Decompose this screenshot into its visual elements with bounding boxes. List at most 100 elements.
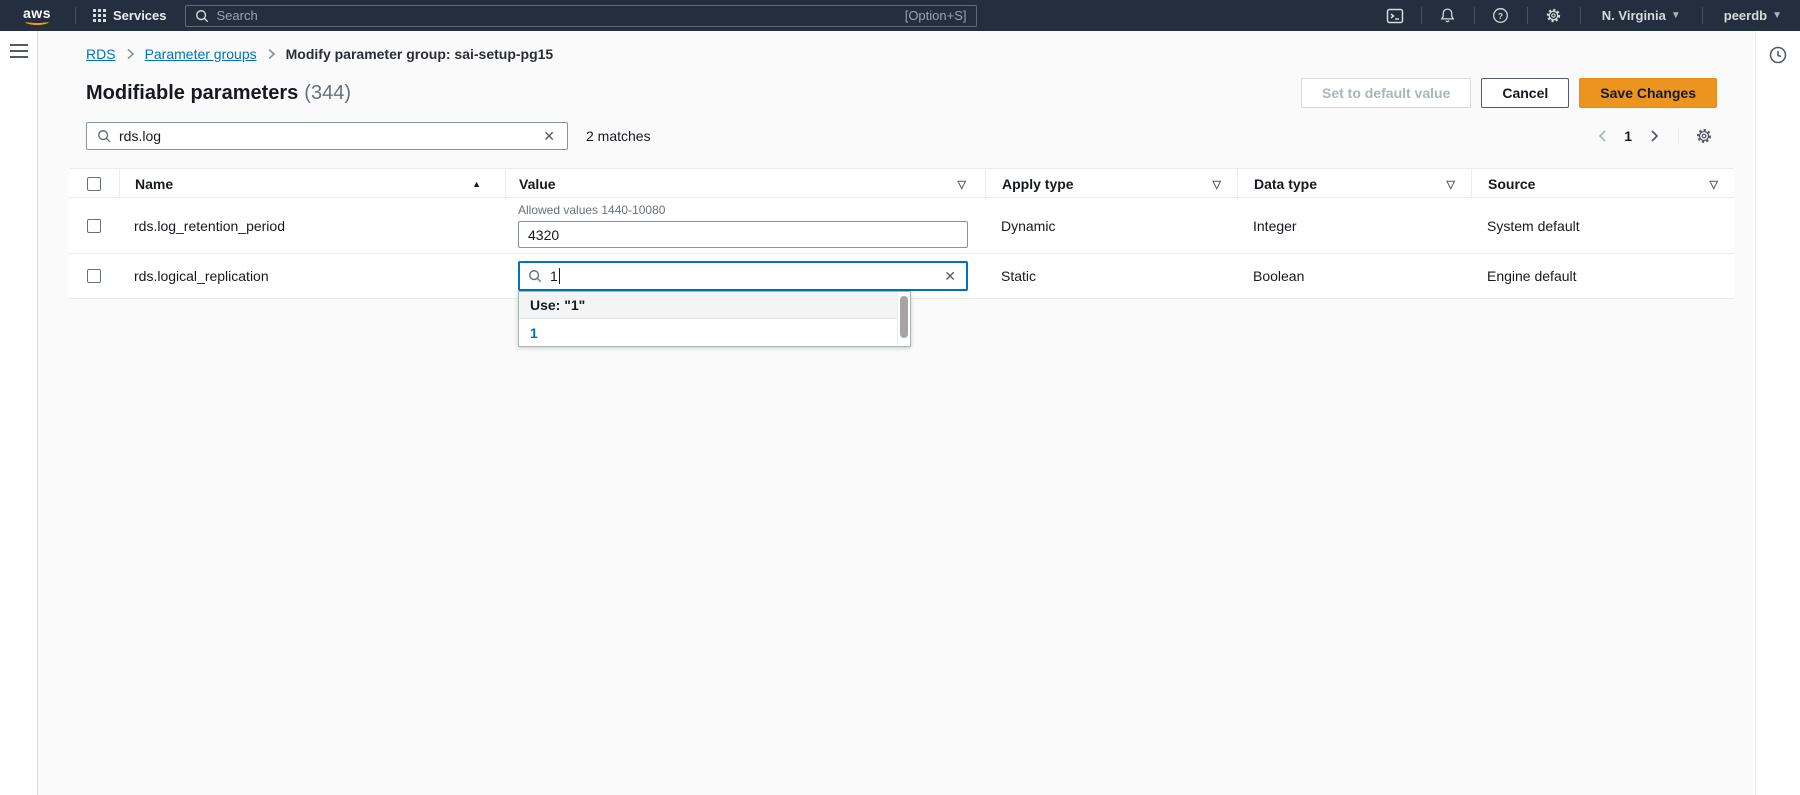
filter-icon[interactable]: ▽ — [1710, 178, 1718, 191]
breadcrumb: RDS Parameter groups Modify parameter gr… — [86, 45, 1717, 62]
caret-down-icon: ▼ — [1772, 10, 1782, 21]
next-page-icon[interactable] — [1642, 124, 1666, 148]
divider — [1421, 7, 1422, 24]
row-select-cell — [69, 269, 119, 283]
divider — [1474, 7, 1475, 24]
table-header-row: Name ▲ Value ▽ Apply type ▽ Data type ▽ … — [69, 168, 1734, 198]
row-select-cell — [69, 219, 119, 233]
global-search-input[interactable] — [217, 8, 905, 23]
dropdown-scrollbar-thumb[interactable] — [900, 296, 908, 338]
divider — [1678, 127, 1679, 145]
breadcrumb-link-rds[interactable]: RDS — [86, 46, 116, 62]
bell-icon — [1439, 7, 1456, 24]
search-icon — [195, 9, 209, 23]
top-navigation-bar: aws Services [Option+S] ? — [0, 0, 1800, 31]
services-menu-button[interactable]: Services — [85, 0, 175, 31]
allowed-values-hint: Allowed values 1440-10080 — [518, 203, 967, 217]
apply-type-value: Static — [985, 268, 1237, 284]
previous-page-icon[interactable] — [1590, 124, 1614, 148]
parameter-value-cell: Allowed values 1440-10080 — [505, 203, 985, 248]
services-label: Services — [113, 8, 167, 23]
notifications-button[interactable] — [1431, 0, 1465, 31]
aws-logo[interactable]: aws — [8, 7, 66, 25]
parameter-name: rds.logical_replication — [119, 268, 505, 284]
page-header: Modifiable parameters (344) Set to defau… — [86, 78, 1717, 108]
apply-type-value: Dynamic — [985, 218, 1237, 234]
cloudshell-button[interactable] — [1378, 0, 1412, 31]
main-content: RDS Parameter groups Modify parameter gr… — [38, 31, 1755, 795]
row-checkbox[interactable] — [87, 269, 101, 283]
value-suggestions-dropdown: Use: "1" 1 — [518, 291, 911, 347]
set-to-default-button[interactable]: Set to default value — [1301, 78, 1471, 108]
column-header-source[interactable]: Source ▽ — [1471, 169, 1734, 199]
cancel-button[interactable]: Cancel — [1481, 78, 1569, 108]
caret-down-icon: ▼ — [1671, 10, 1681, 21]
parameter-name: rds.log_retention_period — [119, 218, 505, 234]
parameter-filter-input[interactable] — [119, 128, 541, 144]
column-header-name[interactable]: Name ▲ — [119, 169, 505, 199]
account-label: peerdb — [1724, 8, 1767, 23]
gear-icon — [1545, 7, 1562, 24]
parameter-filter-box[interactable]: ✕ — [86, 122, 568, 150]
services-grid-icon — [93, 9, 106, 22]
help-icon: ? — [1492, 7, 1509, 24]
search-icon — [528, 269, 542, 283]
parameters-table: Name ▲ Value ▽ Apply type ▽ Data type ▽ … — [69, 168, 1734, 299]
column-label: Data type — [1254, 176, 1317, 192]
header-actions: Set to default value Cancel Save Changes — [1301, 78, 1717, 108]
row-checkbox[interactable] — [87, 219, 101, 233]
table-row: rds.log_retention_period Allowed values … — [69, 198, 1734, 254]
account-menu[interactable]: peerdb ▼ — [1712, 8, 1794, 23]
collapsed-side-navigation — [0, 31, 38, 795]
value-combobox-input[interactable]: 1 ✕ — [518, 261, 968, 291]
filter-row: ✕ 2 matches 1 — [86, 122, 1717, 150]
search-icon — [97, 129, 111, 143]
column-header-apply-type[interactable]: Apply type ▽ — [985, 169, 1237, 199]
clear-value-icon[interactable]: ✕ — [942, 268, 958, 285]
filter-icon[interactable]: ▽ — [1213, 178, 1221, 191]
match-count: 2 matches — [586, 128, 651, 144]
parameter-value-cell: 1 ✕ — [505, 261, 985, 291]
filter-icon[interactable]: ▽ — [958, 178, 966, 191]
source-value: Engine default — [1471, 268, 1734, 284]
column-label: Apply type — [1002, 176, 1074, 192]
divider — [1580, 7, 1581, 24]
column-label: Source — [1488, 176, 1535, 192]
dropdown-scrollbar-track[interactable] — [897, 292, 910, 346]
region-label: N. Virginia — [1602, 8, 1666, 23]
parameter-value-input[interactable] — [518, 221, 968, 248]
status-clock-icon[interactable] — [1767, 44, 1789, 66]
divider — [75, 7, 76, 24]
data-type-value: Integer — [1237, 218, 1471, 234]
global-search-box[interactable]: [Option+S] — [185, 5, 977, 27]
hamburger-menu-icon[interactable] — [10, 44, 28, 58]
suggested-value-option[interactable]: 1 — [519, 319, 897, 346]
save-changes-button[interactable]: Save Changes — [1579, 78, 1717, 108]
help-button[interactable]: ? — [1484, 0, 1518, 31]
column-label: Value — [519, 176, 556, 192]
column-label: Name — [135, 176, 173, 192]
settings-button[interactable] — [1537, 0, 1571, 31]
combobox-text: 1 — [550, 268, 558, 284]
breadcrumb-chevron-icon — [126, 48, 135, 60]
clear-filter-icon[interactable]: ✕ — [541, 128, 557, 145]
data-type-value: Boolean — [1237, 268, 1471, 284]
collapsed-tools-panel — [1755, 31, 1800, 795]
column-header-value[interactable]: Value ▽ — [505, 169, 985, 199]
page-title: Modifiable parameters — [86, 82, 298, 105]
search-shortcut-hint: [Option+S] — [905, 8, 967, 23]
filter-icon[interactable]: ▽ — [1447, 178, 1455, 191]
select-all-checkbox[interactable] — [87, 177, 101, 191]
breadcrumb-link-parameter-groups[interactable]: Parameter groups — [145, 46, 257, 62]
source-value: System default — [1471, 218, 1734, 234]
svg-text:?: ? — [1498, 11, 1503, 21]
sort-ascending-icon: ▲ — [472, 179, 481, 189]
column-header-data-type[interactable]: Data type ▽ — [1237, 169, 1471, 199]
table-settings-gear-icon[interactable] — [1691, 123, 1717, 149]
breadcrumb-current-page: Modify parameter group: sai-setup-pg15 — [286, 46, 554, 62]
current-page-number[interactable]: 1 — [1620, 128, 1636, 144]
use-entered-value-option[interactable]: Use: "1" — [519, 292, 897, 319]
cloudshell-icon — [1386, 7, 1404, 25]
region-selector[interactable]: N. Virginia ▼ — [1590, 8, 1693, 23]
parameter-count: (344) — [304, 82, 351, 105]
